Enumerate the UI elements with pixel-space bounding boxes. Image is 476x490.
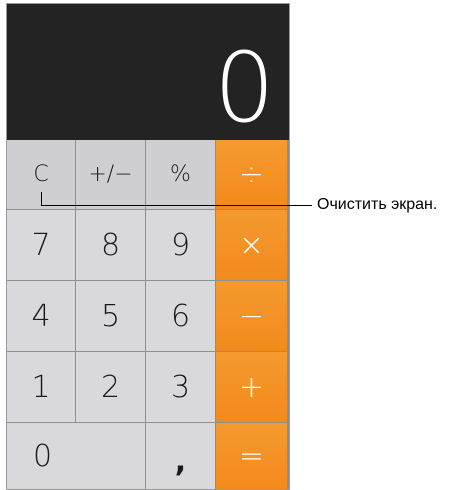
calculator: 0 C +/− % ÷ 7 8 9 × 4 5 6 − 1 2 3 + 0 , … [6, 3, 290, 490]
digit-3-button[interactable]: 3 [146, 352, 215, 422]
digit-8-button[interactable]: 8 [76, 210, 145, 280]
page: 0 C +/− % ÷ 7 8 9 × 4 5 6 − 1 2 3 + 0 , … [0, 0, 476, 490]
digit-0-button[interactable]: 0 [7, 423, 145, 489]
callout-label: Очистить экран. [317, 196, 438, 213]
percent-button[interactable]: % [146, 140, 215, 209]
equals-button[interactable]: = [216, 423, 287, 489]
digit-1-button[interactable]: 1 [7, 352, 75, 422]
digit-6-button[interactable]: 6 [146, 281, 215, 351]
keypad: C +/− % ÷ 7 8 9 × 4 5 6 − 1 2 3 + 0 , = [7, 140, 289, 489]
decimal-comma-button[interactable]: , [146, 423, 215, 489]
display: 0 [7, 4, 289, 140]
display-value: 0 [213, 32, 275, 144]
digit-2-button[interactable]: 2 [76, 352, 145, 422]
multiply-button[interactable]: × [216, 210, 287, 280]
digit-5-button[interactable]: 5 [76, 281, 145, 351]
callout-leader-horizontal [41, 205, 312, 206]
divide-button[interactable]: ÷ [216, 140, 287, 209]
sign-toggle-button[interactable]: +/− [76, 140, 145, 209]
digit-7-button[interactable]: 7 [7, 210, 75, 280]
subtract-button[interactable]: − [216, 281, 287, 351]
callout-leader-vertical [41, 192, 42, 205]
digit-9-button[interactable]: 9 [146, 210, 215, 280]
add-button[interactable]: + [216, 352, 287, 422]
digit-4-button[interactable]: 4 [7, 281, 75, 351]
